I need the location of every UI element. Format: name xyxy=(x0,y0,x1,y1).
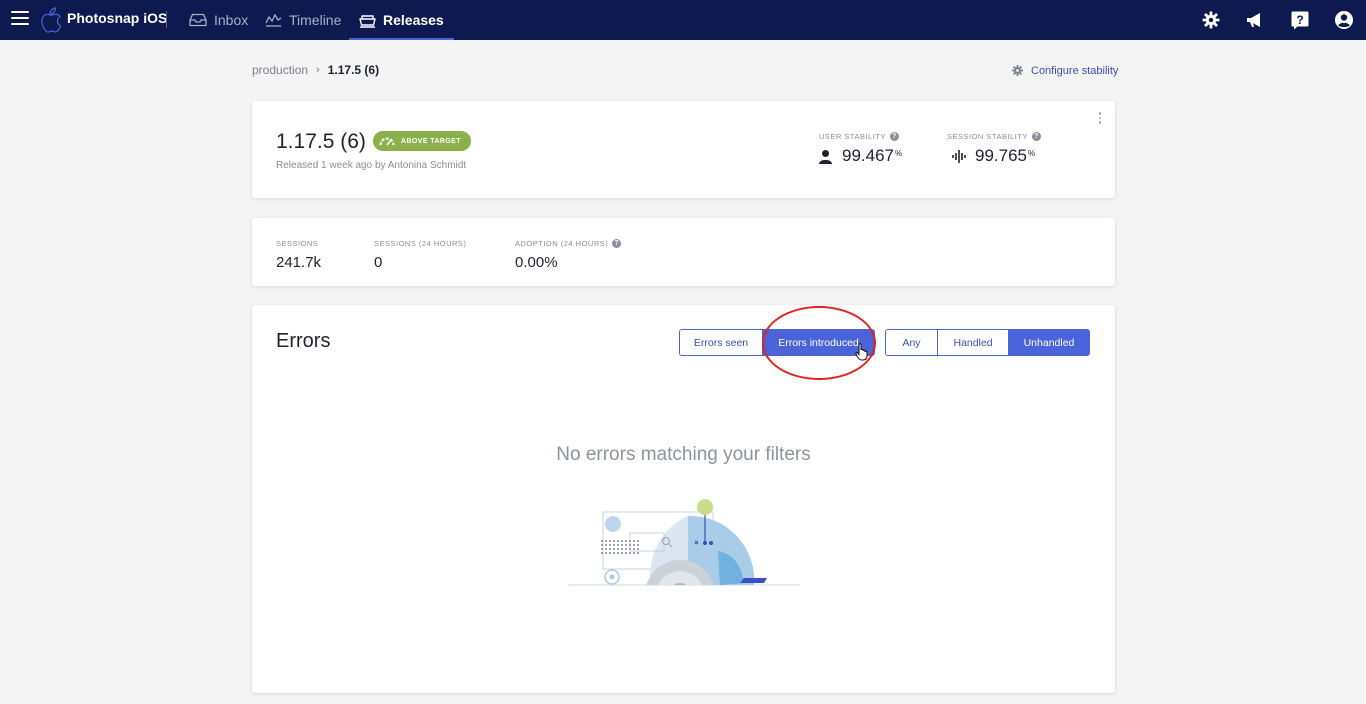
metric-label-row: ADOPTION (24 HOURS) ? xyxy=(515,239,622,248)
session-wave-icon xyxy=(952,149,966,163)
top-nav-bar: Photosnap iOS Inbox Timeline Releases ? xyxy=(0,0,1366,40)
breadcrumb-current: 1.17.5 (6) xyxy=(327,63,380,77)
configure-stability-link[interactable]: Configure stability xyxy=(1011,64,1118,77)
metric-sessions-24h: SESSIONS (24 HOURS) 0 xyxy=(374,239,466,271)
user-stability-value: 99.467% xyxy=(818,146,902,166)
release-version: 1.17.5 (6) xyxy=(276,130,366,153)
empty-state-message: No errors matching your filters xyxy=(556,444,811,465)
metric-label: SESSIONS (24 HOURS) xyxy=(374,239,467,248)
errors-seen-button[interactable]: Errors seen xyxy=(680,330,762,355)
timeline-icon xyxy=(265,13,282,27)
gear-icon xyxy=(1011,64,1024,77)
more-options-icon[interactable] xyxy=(1097,112,1103,126)
info-icon[interactable]: ? xyxy=(889,132,899,141)
percent-sign: % xyxy=(895,148,903,158)
metric-value: 0.00% xyxy=(515,254,558,271)
nav-item-inbox[interactable]: Inbox xyxy=(189,0,248,40)
apple-logo-icon[interactable] xyxy=(38,7,62,33)
above-target-badge: ABOVE TARGET xyxy=(373,131,471,151)
handled-filter-toggle: Any Handled Unhandled xyxy=(885,329,1090,356)
user-stability-number: 99.467 xyxy=(842,146,894,165)
percent-sign: % xyxy=(1028,148,1036,158)
nav-item-label: Inbox xyxy=(214,12,249,28)
session-stability-value: 99.765% xyxy=(952,146,1035,166)
session-stability-label: SESSION STABILITY ? xyxy=(947,132,1041,141)
metric-value: 241.7k xyxy=(276,254,322,271)
metric-adoption-24h: ADOPTION (24 HOURS) ? 0.00% xyxy=(515,239,622,271)
help-icon[interactable]: ? xyxy=(1290,10,1310,30)
errors-card: Errors Errors seen Errors introduced Any… xyxy=(252,305,1115,693)
info-icon[interactable]: ? xyxy=(612,239,622,248)
session-stability-number: 99.765 xyxy=(975,146,1027,165)
app-name[interactable]: Photosnap iOS xyxy=(67,10,167,26)
nav-item-timeline[interactable]: Timeline xyxy=(265,0,341,40)
release-metrics-card: SESSIONS 241.7k SESSIONS (24 HOURS) 0 AD… xyxy=(252,218,1115,286)
unhandled-filter-button[interactable]: Unhandled xyxy=(1008,330,1089,355)
metric-sessions: SESSIONS 241.7k xyxy=(276,239,321,271)
speedometer-icon xyxy=(379,137,395,146)
nav-divider xyxy=(166,11,167,28)
session-stability-label-text: SESSION STABILITY xyxy=(947,132,1028,141)
gear-icon[interactable] xyxy=(1201,10,1221,30)
nav-item-label: Timeline xyxy=(289,12,342,28)
breadcrumb-parent-link[interactable]: production xyxy=(252,63,308,77)
hand-cursor-icon xyxy=(855,343,868,361)
badge-label: ABOVE TARGET xyxy=(401,137,461,145)
any-filter-button[interactable]: Any xyxy=(886,330,937,355)
error-scope-toggle: Errors seen Errors introduced xyxy=(679,329,875,356)
megaphone-icon[interactable] xyxy=(1245,10,1265,30)
breadcrumb-separator: › xyxy=(316,64,320,76)
user-icon xyxy=(819,149,832,164)
configure-stability-label: Configure stability xyxy=(1031,64,1119,77)
handled-filter-button[interactable]: Handled xyxy=(937,330,1008,355)
metric-label: SESSIONS xyxy=(276,239,319,248)
nav-item-releases[interactable]: Releases xyxy=(349,0,454,40)
hamburger-menu-icon[interactable] xyxy=(11,11,29,27)
info-icon[interactable]: ? xyxy=(1031,132,1041,141)
release-subtitle: Released 1 week ago by Antonina Schmidt xyxy=(276,160,467,171)
user-stability-label-text: USER STABILITY xyxy=(819,132,886,141)
empty-state-illustration-icon xyxy=(568,499,800,586)
user-stability-label: USER STABILITY ? xyxy=(819,132,899,141)
releases-icon xyxy=(359,14,376,28)
user-account-icon[interactable] xyxy=(1334,10,1354,30)
nav-item-label: Releases xyxy=(383,12,444,28)
breadcrumb: production › 1.17.5 (6) xyxy=(252,63,379,77)
errors-heading: Errors xyxy=(276,330,331,352)
svg-text:?: ? xyxy=(1296,13,1303,27)
inbox-icon xyxy=(189,13,207,27)
metric-label: ADOPTION (24 HOURS) xyxy=(515,239,609,248)
release-summary-card: 1.17.5 (6) ABOVE TARGET Released 1 week … xyxy=(252,101,1115,198)
metric-value: 0 xyxy=(374,254,383,271)
